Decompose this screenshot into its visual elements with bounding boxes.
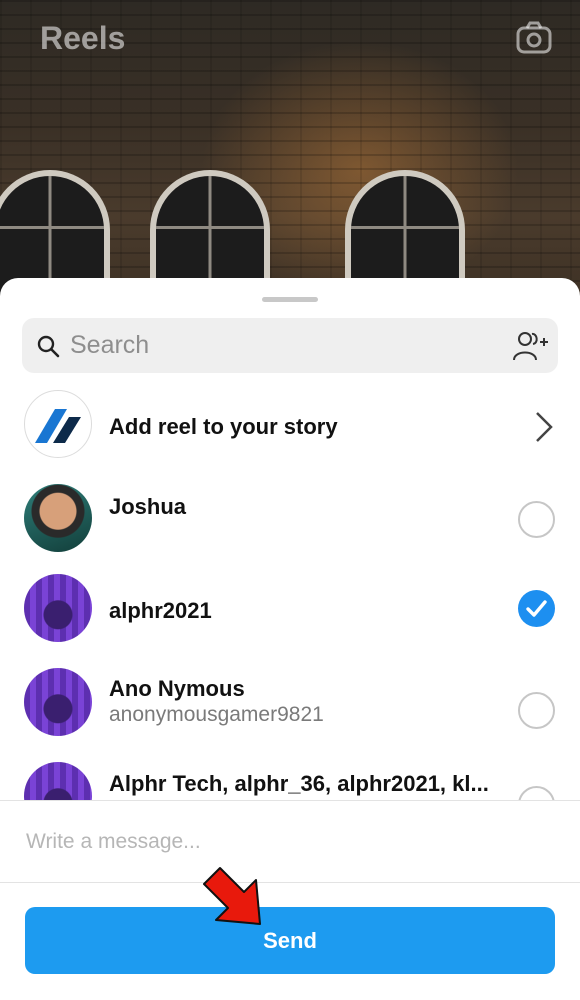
list-item[interactable]: Alphr Tech, alphr_36, alphr2021, kl...	[0, 756, 580, 800]
divider	[0, 882, 580, 883]
avatar	[24, 574, 92, 642]
story-label: Add reel to your story	[109, 414, 338, 439]
send-button[interactable]: Send	[25, 907, 555, 974]
message-input[interactable]	[26, 820, 546, 864]
contact-username: anonymousgamer9821	[109, 703, 324, 726]
search-icon	[37, 335, 60, 358]
divider	[0, 800, 580, 801]
sheet-grabber[interactable]	[262, 297, 318, 302]
search-bar[interactable]	[22, 318, 558, 373]
contact-name: Alphr Tech, alphr_36, alphr2021, kl...	[109, 771, 489, 796]
recipient-list[interactable]: Add reel to your story Joshua alphr2021	[0, 388, 580, 800]
search-input[interactable]	[70, 318, 490, 373]
select-radio[interactable]	[518, 786, 555, 800]
select-radio[interactable]	[518, 692, 555, 729]
red-arrow-icon	[203, 867, 261, 925]
camera-icon[interactable]	[516, 20, 552, 56]
story-avatar	[24, 390, 92, 458]
avatar	[24, 762, 92, 800]
add-to-story-row[interactable]: Add reel to your story	[0, 388, 580, 468]
select-radio[interactable]	[518, 501, 555, 538]
alphr-logo-icon	[35, 409, 81, 443]
avatar	[24, 668, 92, 736]
add-people-icon[interactable]	[512, 330, 548, 362]
avatar	[24, 484, 92, 552]
contact-name: alphr2021	[109, 598, 212, 623]
list-item[interactable]: Joshua	[0, 468, 580, 552]
selected-check[interactable]	[518, 590, 555, 627]
contact-name: Ano Nymous	[109, 676, 245, 701]
contact-name: Joshua	[109, 494, 187, 519]
list-item[interactable]: Ano Nymous anonymousgamer9821	[0, 656, 580, 736]
chevron-right-icon	[536, 412, 553, 442]
list-item[interactable]: alphr2021	[0, 574, 580, 654]
share-sheet: Add reel to your story Joshua alphr2021	[0, 278, 580, 1000]
checkmark-icon	[526, 600, 547, 617]
page-title: Reels	[40, 20, 126, 56]
